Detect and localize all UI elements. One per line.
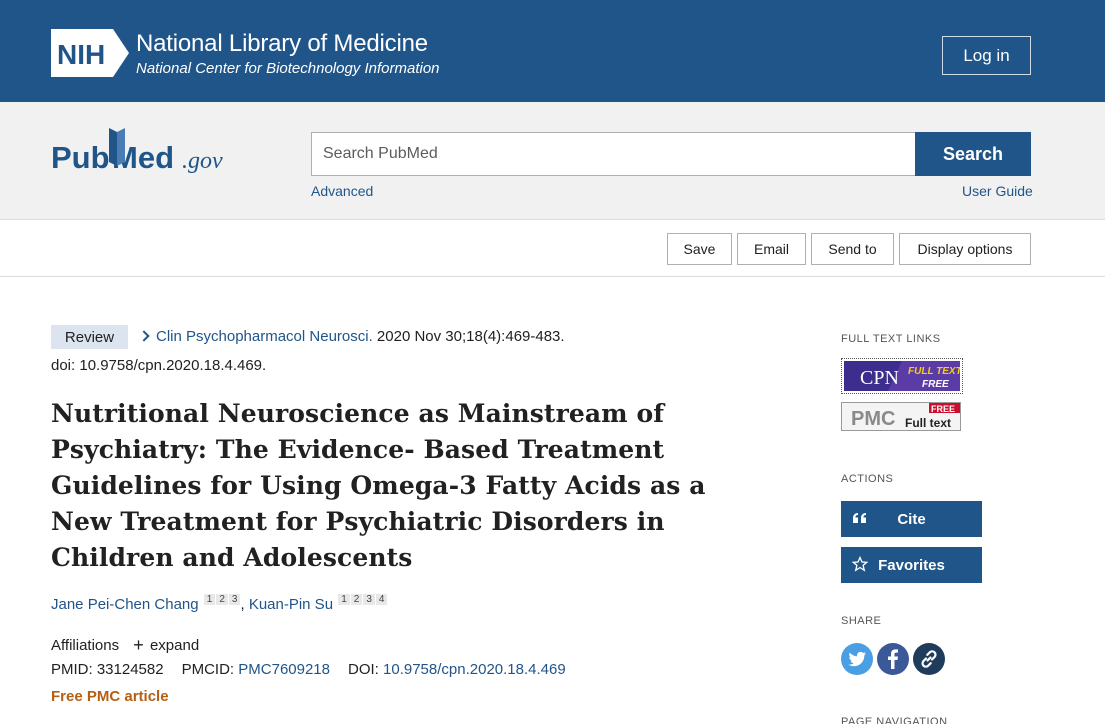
search-button[interactable]: Search	[915, 132, 1031, 176]
pubmed-book-icon	[109, 128, 117, 166]
login-button[interactable]: Log in	[942, 36, 1031, 75]
identifiers-line: PMID: 33124582 PMCID: PMC7609218 DOI: 10.9…	[51, 661, 566, 678]
author-list: Jane Pei-Chen Chang 123, Kuan-Pin Su 123…	[51, 594, 388, 613]
actions-heading: ACTIONS	[841, 473, 894, 485]
cite-label: Cite	[897, 510, 926, 528]
full-text-links-heading: FULL TEXT LINKS	[841, 333, 941, 345]
affiliation-number[interactable]: 2	[216, 594, 228, 605]
favorites-label: Favorites	[878, 556, 945, 574]
nih-logo[interactable]: NIH	[51, 29, 129, 77]
affiliation-number[interactable]: 1	[203, 594, 216, 605]
nlm-title: National Library of Medicine	[136, 30, 428, 57]
pmc-logo-icon: PMC FREE Full text	[841, 402, 961, 431]
cpn-logo-icon: CPN FULL TEXT FREE	[844, 361, 963, 391]
expand-affiliations-button[interactable]: + expand	[133, 635, 200, 655]
affiliation-number[interactable]: 1	[338, 594, 350, 605]
user-guide-link[interactable]: User Guide	[962, 183, 1033, 199]
cpn-full-text: FULL TEXT	[908, 366, 960, 377]
free-pmc-article-label: Free PMC article	[51, 688, 169, 705]
expand-label: expand	[149, 637, 200, 654]
cpn-free: FREE	[922, 379, 949, 390]
ncbi-subtitle: National Center for Biotechnology Inform…	[136, 60, 440, 77]
pmc-free: FREE	[931, 404, 955, 414]
chevron-right-icon	[138, 330, 150, 342]
author-name[interactable]: Kuan-Pin Su	[249, 596, 333, 613]
pmc-full-text-link[interactable]: PMC FREE Full text	[841, 402, 961, 431]
affiliations-label: Affiliations	[51, 637, 120, 654]
cpn-full-text-link[interactable]: CPN FULL TEXT FREE	[841, 358, 963, 394]
pmcid-link[interactable]: PMC7609218	[238, 661, 330, 678]
author-name[interactable]: Jane Pei-Chen Chang	[51, 596, 199, 613]
pmid-value: 33124582	[96, 661, 164, 678]
display-options-button[interactable]: Display options	[899, 233, 1031, 265]
affiliation-number[interactable]: 3	[363, 594, 375, 605]
doi-link[interactable]: 10.9758/cpn.2020.18.4.469	[383, 661, 566, 678]
affiliation-number[interactable]: 2	[350, 594, 363, 605]
article-title: Nutritional Neuroscience as Mainstream o…	[51, 399, 706, 572]
twitter-icon[interactable]	[841, 643, 873, 675]
facebook-icon[interactable]	[877, 643, 909, 675]
affiliations-row: Affiliations + expand	[51, 634, 199, 655]
citation-details: 2020 Nov 30;18(4):469-483.	[372, 328, 565, 345]
journal-link[interactable]: Clin Psychopharmacol Neurosci.	[156, 328, 373, 345]
favorites-button[interactable]: Favorites	[841, 547, 982, 583]
star-icon	[852, 556, 868, 572]
pubmed-logo-pub: Pub	[51, 140, 110, 175]
pmc-abbr: PMC	[851, 408, 895, 430]
send-to-button[interactable]: Send to	[811, 233, 894, 265]
search-input[interactable]	[311, 132, 916, 176]
page-navigation-heading: PAGE NAVIGATION	[841, 716, 948, 724]
author-separator: ,	[240, 596, 249, 613]
pmcid-label: PMCID:	[181, 661, 235, 678]
plus-icon: +	[133, 635, 144, 655]
affiliation-number[interactable]: 3	[228, 594, 241, 605]
doi-label: DOI:	[348, 661, 379, 678]
save-button[interactable]: Save	[667, 233, 732, 265]
nih-logo-text: NIH	[57, 39, 105, 70]
cpn-abbr: CPN	[860, 367, 899, 389]
affiliation-number[interactable]: 4	[375, 594, 388, 605]
advanced-search-link[interactable]: Advanced	[311, 183, 373, 199]
share-heading: SHARE	[841, 615, 882, 627]
doi-line: doi: 10.9758/cpn.2020.18.4.469.	[51, 357, 267, 374]
nih-header: NIH National Library of Medicine Nationa…	[0, 0, 1105, 102]
cite-button[interactable]: Cite	[841, 501, 982, 537]
pubmed-logo-gov: .gov	[182, 148, 223, 174]
permalink-icon[interactable]	[913, 643, 945, 675]
article-type-badge: Review	[51, 325, 128, 349]
email-button[interactable]: Email	[737, 233, 806, 265]
pmid-label: PMID:	[51, 661, 93, 678]
quote-icon	[853, 513, 866, 523]
citation-line: Clin Psychopharmacol Neurosci. 2020 Nov …	[138, 328, 565, 345]
article-toolbar: Save Email Send to Display options	[0, 221, 1105, 277]
pubmed-logo[interactable]: Pub Med .gov	[51, 126, 236, 182]
pmc-full-text: Full text	[905, 416, 951, 430]
